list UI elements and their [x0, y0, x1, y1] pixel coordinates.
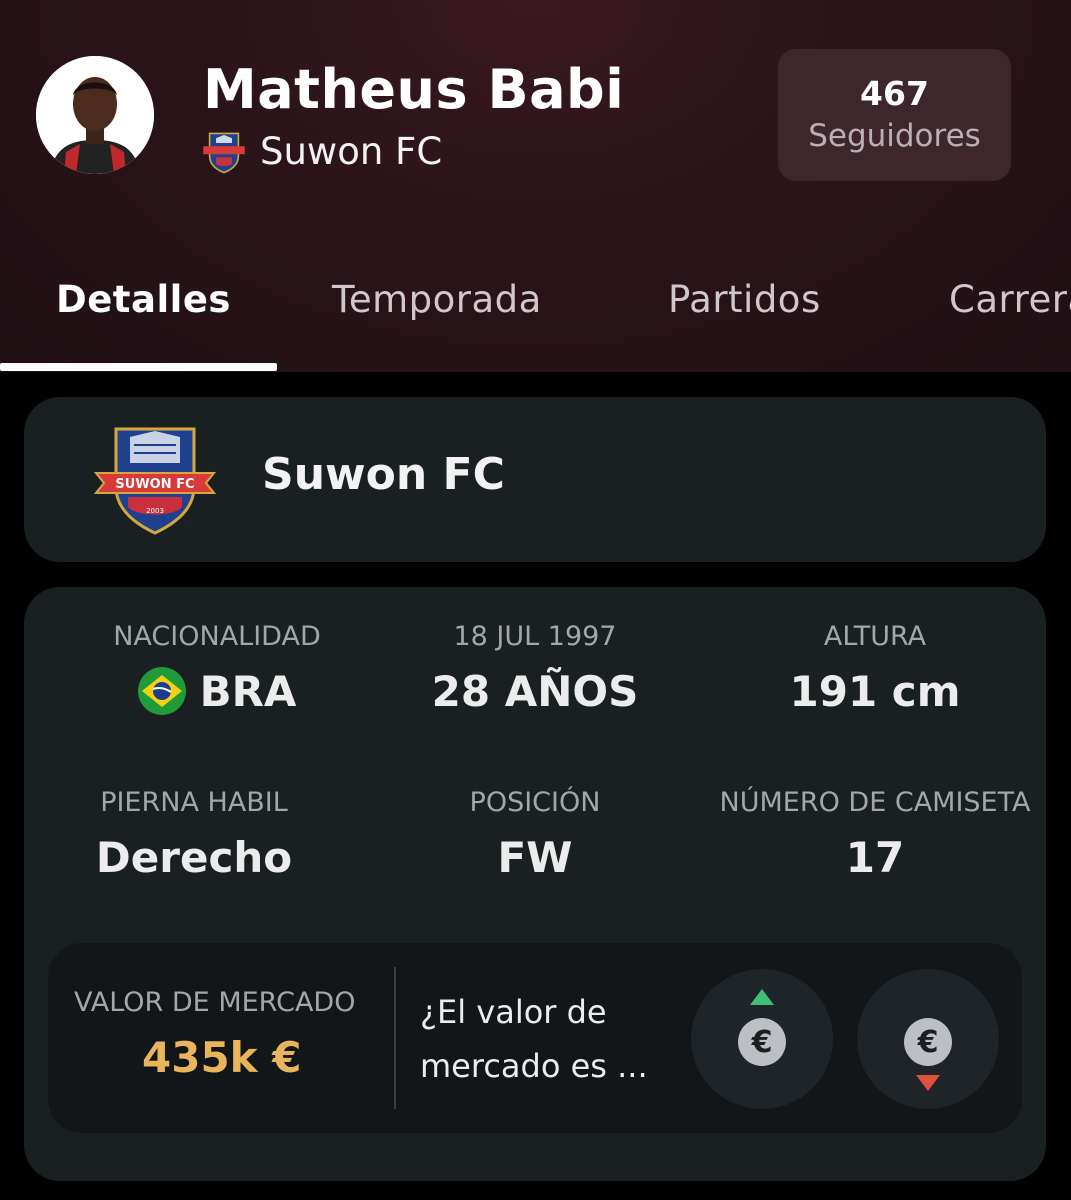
followers-button[interactable]: 467 Seguidores	[778, 49, 1011, 181]
followers-count: 467	[860, 74, 929, 113]
stat-height-label: ALTURA	[823, 621, 927, 652]
stat-height-value: 191 cm	[789, 667, 961, 716]
player-avatar	[36, 56, 154, 174]
market-value-panel: VALOR DE MERCADO 435k € ¿El valor de mer…	[48, 943, 1022, 1133]
vote-higher-button[interactable]: €	[691, 969, 833, 1109]
market-value-amount: 435k €	[142, 1033, 302, 1082]
euro-icon: €	[738, 1018, 786, 1066]
team-crest-large-icon: SUWON FC 2003	[94, 427, 216, 535]
arrow-down-icon	[916, 1075, 940, 1091]
euro-icon: €	[904, 1018, 952, 1066]
player-header: Matheus Babi Suwon FC 467 Seguidores Det…	[0, 0, 1071, 372]
player-details-card: NACIONALIDAD BRA 18 JUL 1997 28 AÑOS ALT…	[24, 587, 1046, 1181]
crest-year: 2003	[146, 507, 164, 515]
stat-birth-value: 28 AÑOS	[431, 667, 639, 716]
active-tab-indicator	[0, 363, 277, 371]
stat-position: POSICIÓN FW	[365, 785, 705, 887]
stat-foot-label: PIERNA HABIL	[100, 787, 288, 818]
team-card-name: Suwon FC	[262, 449, 505, 500]
stat-shirt-value: 17	[845, 833, 905, 882]
market-question-line-2: mercado es ...	[420, 1047, 648, 1085]
stat-nationality-value: BRA	[47, 663, 387, 721]
stat-position-label: POSICIÓN	[469, 787, 601, 818]
brazil-flag-icon	[137, 666, 186, 715]
stat-shirt: NÚMERO DE CAMISETA 17	[705, 785, 1045, 887]
player-photo	[36, 56, 154, 174]
stat-foot-value: Derecho	[95, 833, 293, 882]
profile-tabs: Detalles Temporada Partidos Carrera	[0, 270, 1071, 372]
player-team-link[interactable]: Suwon FC	[200, 128, 442, 174]
followers-label: Seguidores	[808, 118, 981, 154]
team-card[interactable]: SUWON FC 2003 Suwon FC	[24, 397, 1046, 562]
market-divider	[394, 967, 396, 1109]
tab-partidos[interactable]: Partidos	[668, 278, 821, 321]
vote-lower-button[interactable]: €	[857, 969, 999, 1109]
nationality-code: BRA	[199, 667, 297, 716]
player-name: Matheus Babi	[203, 58, 625, 121]
stat-birth: 18 JUL 1997 28 AÑOS	[365, 619, 705, 721]
market-vote-question: ¿El valor de mercado es ...	[420, 985, 680, 1093]
stat-nationality: NACIONALIDAD BRA	[47, 619, 387, 721]
tab-temporada[interactable]: Temporada	[332, 278, 542, 321]
market-question-line-1: ¿El valor de	[420, 993, 607, 1031]
stat-position-value: FW	[497, 833, 573, 882]
stat-shirt-label: NÚMERO DE CAMISETA	[719, 787, 1031, 818]
stat-foot: PIERNA HABIL Derecho	[24, 785, 364, 887]
stat-birth-label: 18 JUL 1997	[453, 621, 617, 652]
tab-carrera[interactable]: Carrera	[949, 278, 1071, 321]
stat-height: ALTURA 191 cm	[705, 619, 1045, 721]
tab-detalles[interactable]: Detalles	[56, 278, 231, 321]
crest-text: SUWON FC	[115, 477, 194, 492]
arrow-up-icon	[750, 989, 774, 1005]
market-value-label: VALOR DE MERCADO	[74, 987, 356, 1018]
stat-nationality-label: NACIONALIDAD	[113, 621, 321, 652]
team-crest-icon	[203, 132, 245, 174]
player-team-name: Suwon FC	[260, 129, 443, 173]
